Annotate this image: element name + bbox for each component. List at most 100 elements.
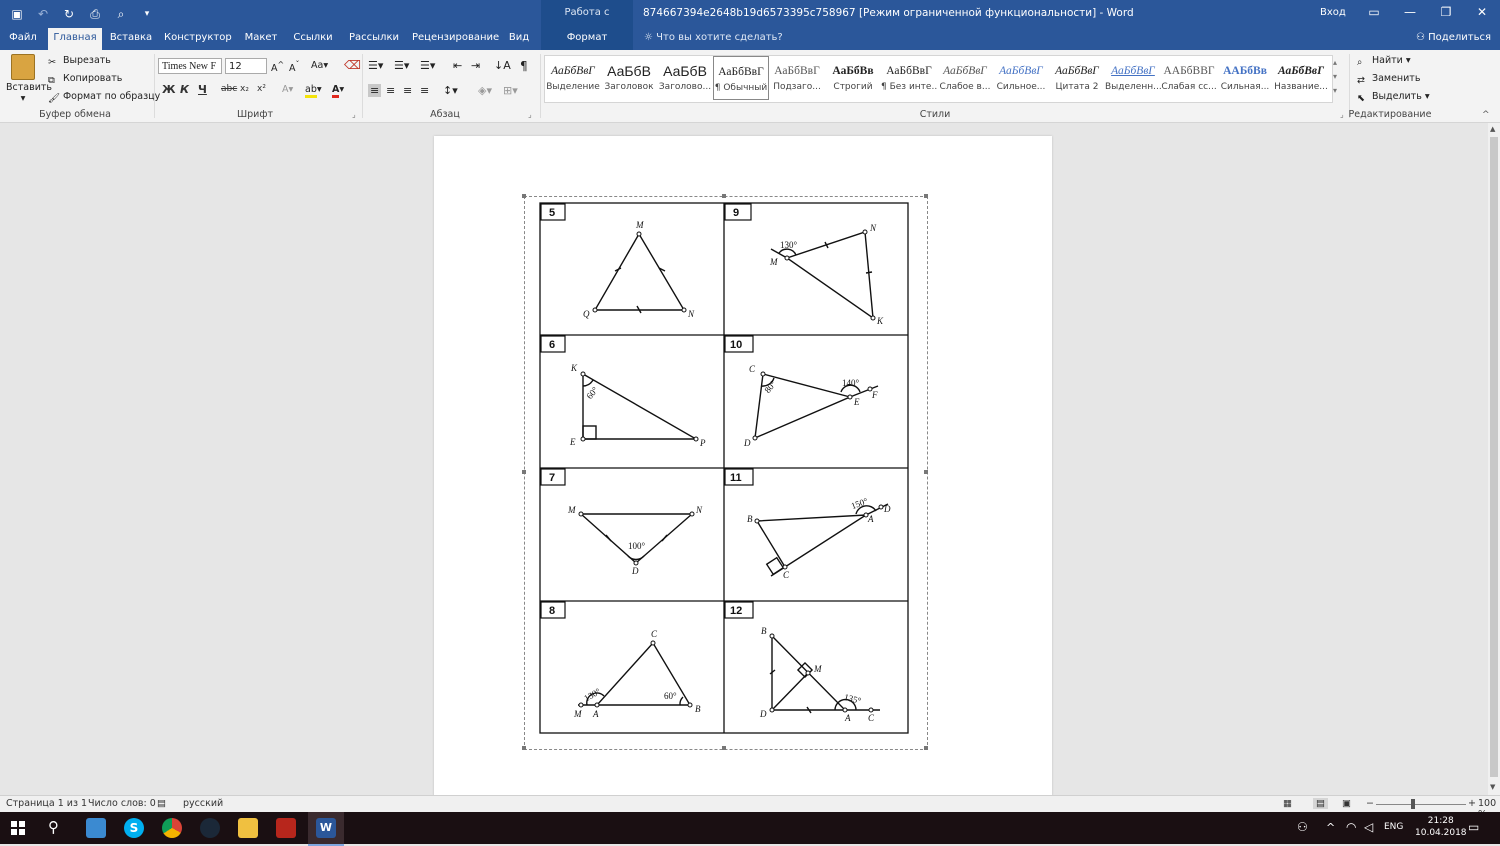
- bullets-icon[interactable]: ☰▾: [368, 59, 383, 72]
- decrease-indent-icon[interactable]: ⇤: [453, 59, 462, 72]
- wifi-icon[interactable]: ◠: [1346, 820, 1356, 834]
- align-right-icon[interactable]: ≡: [403, 84, 412, 97]
- resize-handle[interactable]: [722, 746, 726, 750]
- resize-handle[interactable]: [924, 194, 928, 198]
- print-layout-icon[interactable]: ▤: [1313, 798, 1328, 809]
- style-normal[interactable]: АаБбВвГ ¶ Обычный: [713, 56, 769, 100]
- dota-icon[interactable]: [276, 818, 296, 838]
- print-icon[interactable]: ⎙: [86, 5, 104, 23]
- resize-handle[interactable]: [522, 746, 526, 750]
- resize-handle[interactable]: [522, 470, 526, 474]
- skype-icon[interactable]: S: [124, 818, 144, 838]
- font-dialog-launcher-icon[interactable]: ⌟: [352, 110, 356, 119]
- subscript-button[interactable]: x₂: [240, 84, 249, 94]
- volume-icon[interactable]: ◁: [1364, 820, 1373, 834]
- redo-icon[interactable]: ↻: [60, 5, 78, 23]
- word-taskbar-button[interactable]: W: [308, 812, 344, 846]
- style-heading2[interactable]: АаБбВ Заголово...: [657, 56, 713, 100]
- tab-format[interactable]: Формат: [541, 28, 633, 50]
- style-subtle-reference[interactable]: ААБбВВГ Слабая сс...: [1161, 56, 1217, 100]
- tab-view[interactable]: Вид: [504, 28, 534, 50]
- style-intense-reference[interactable]: ААБбВв Сильная...: [1217, 56, 1273, 100]
- styles-scroll[interactable]: ▴ ▾ ▾: [1333, 56, 1337, 98]
- people-icon[interactable]: ⚇: [1297, 820, 1308, 834]
- resize-handle[interactable]: [522, 194, 526, 198]
- scroll-down-icon[interactable]: ▼: [1490, 783, 1495, 791]
- collapse-ribbon-icon[interactable]: ^: [1482, 110, 1490, 120]
- highlight-icon[interactable]: ab▾: [305, 84, 322, 98]
- text-effects-icon[interactable]: A▾: [282, 84, 293, 95]
- copy-button[interactable]: ⧉ Копировать: [48, 73, 122, 87]
- scroll-thumb[interactable]: [1490, 137, 1498, 777]
- tab-mailings[interactable]: Рассылки: [346, 28, 402, 50]
- replace-button[interactable]: ⇄ Заменить: [1357, 73, 1420, 87]
- style-subtle-emphasis[interactable]: АаБбВвГ Слабое в...: [937, 56, 993, 100]
- clear-formatting-icon[interactable]: ⌫: [344, 58, 361, 72]
- minimize-icon[interactable]: —: [1392, 0, 1428, 26]
- strikethrough-button[interactable]: abc: [221, 84, 237, 94]
- undo-icon[interactable]: ↶: [34, 5, 52, 23]
- cut-button[interactable]: ✂ Вырезать: [48, 55, 111, 69]
- tab-file[interactable]: Файл: [4, 28, 42, 50]
- zoom-slider-thumb[interactable]: [1411, 799, 1415, 809]
- windows-start-icon[interactable]: [11, 821, 25, 835]
- zoom-slider[interactable]: [1376, 804, 1466, 805]
- grow-font-button[interactable]: A^: [271, 60, 284, 74]
- save-icon[interactable]: ▣: [8, 5, 26, 23]
- font-size-select[interactable]: 12: [225, 58, 267, 74]
- language-indicator[interactable]: русский: [183, 798, 223, 809]
- font-name-select[interactable]: Times New F: [158, 58, 222, 74]
- notifications-icon[interactable]: ▭: [1468, 820, 1479, 834]
- paragraph-dialog-launcher-icon[interactable]: ⌟: [528, 110, 532, 119]
- select-button[interactable]: ⬉ Выделить ▾: [1357, 91, 1430, 105]
- print-preview-icon[interactable]: ⌕: [112, 5, 130, 23]
- styles-dialog-launcher-icon[interactable]: ⌟: [1340, 110, 1344, 119]
- style-intense-quote[interactable]: АаБбВвГ Выделенн...: [1105, 56, 1161, 100]
- format-painter-button[interactable]: 🖌 Формат по образцу: [48, 91, 160, 105]
- align-left-icon[interactable]: ≡: [368, 84, 382, 97]
- vertical-scrollbar[interactable]: ▲ ▼: [1488, 123, 1500, 795]
- font-color-icon[interactable]: A▾: [332, 84, 344, 98]
- read-mode-icon[interactable]: ▦: [1283, 798, 1292, 809]
- zoom-in-icon[interactable]: +: [1468, 798, 1476, 809]
- increase-indent-icon[interactable]: ⇥: [471, 59, 480, 72]
- proofing-icon[interactable]: ▤: [157, 798, 166, 809]
- justify-icon[interactable]: ≡: [420, 84, 429, 97]
- style-heading1[interactable]: АаБбВ Заголовок: [601, 56, 657, 100]
- shrink-font-button[interactable]: Aˇ: [289, 60, 299, 74]
- customize-qat-icon[interactable]: ▾: [138, 5, 156, 23]
- tab-review[interactable]: Рецензирование: [412, 28, 499, 50]
- search-icon[interactable]: ⚲: [48, 818, 59, 836]
- task-view-icon[interactable]: [86, 818, 106, 838]
- style-quote2[interactable]: АаБбВвГ Цитата 2: [1049, 56, 1105, 100]
- ribbon-display-icon[interactable]: ▭: [1356, 0, 1392, 26]
- italic-button[interactable]: К: [180, 83, 189, 96]
- web-layout-icon[interactable]: ▣: [1342, 798, 1351, 809]
- style-subtitle[interactable]: АаБбВвГ Подзаго...: [769, 56, 825, 100]
- tab-design[interactable]: Конструктор: [164, 28, 232, 50]
- tab-layout[interactable]: Макет: [240, 28, 282, 50]
- align-center-icon[interactable]: ≡: [386, 84, 395, 97]
- restore-icon[interactable]: ❐: [1428, 0, 1464, 26]
- superscript-button[interactable]: x²: [257, 84, 266, 94]
- underline-button[interactable]: Ч: [198, 83, 207, 96]
- word-count[interactable]: Число слов: 0: [88, 798, 156, 809]
- sort-icon[interactable]: ↓A: [494, 59, 511, 72]
- resize-handle[interactable]: [924, 746, 928, 750]
- chevron-up-icon[interactable]: ^: [1326, 821, 1335, 834]
- scroll-up-icon[interactable]: ▲: [1490, 125, 1495, 133]
- style-strong[interactable]: АаБбВв Строгий: [825, 56, 881, 100]
- numbering-icon[interactable]: ☰▾: [394, 59, 409, 72]
- chrome-icon[interactable]: [162, 818, 182, 838]
- tab-home[interactable]: Главная: [48, 28, 102, 50]
- tab-references[interactable]: Ссылки: [290, 28, 336, 50]
- share-button[interactable]: ⚇ Поделиться: [1416, 28, 1491, 48]
- borders-icon[interactable]: ⊞▾: [503, 84, 518, 97]
- shading-icon[interactable]: ◈▾: [478, 84, 492, 97]
- multilevel-list-icon[interactable]: ☰▾: [420, 59, 435, 72]
- style-intense-emphasis[interactable]: АаБбВвГ Сильное...: [993, 56, 1049, 100]
- language-indicator[interactable]: ENG: [1384, 822, 1403, 832]
- tell-me-search[interactable]: ☼ Что вы хотите сделать?: [644, 28, 783, 48]
- sign-in-link[interactable]: Вход: [1320, 0, 1346, 26]
- resize-handle[interactable]: [924, 470, 928, 474]
